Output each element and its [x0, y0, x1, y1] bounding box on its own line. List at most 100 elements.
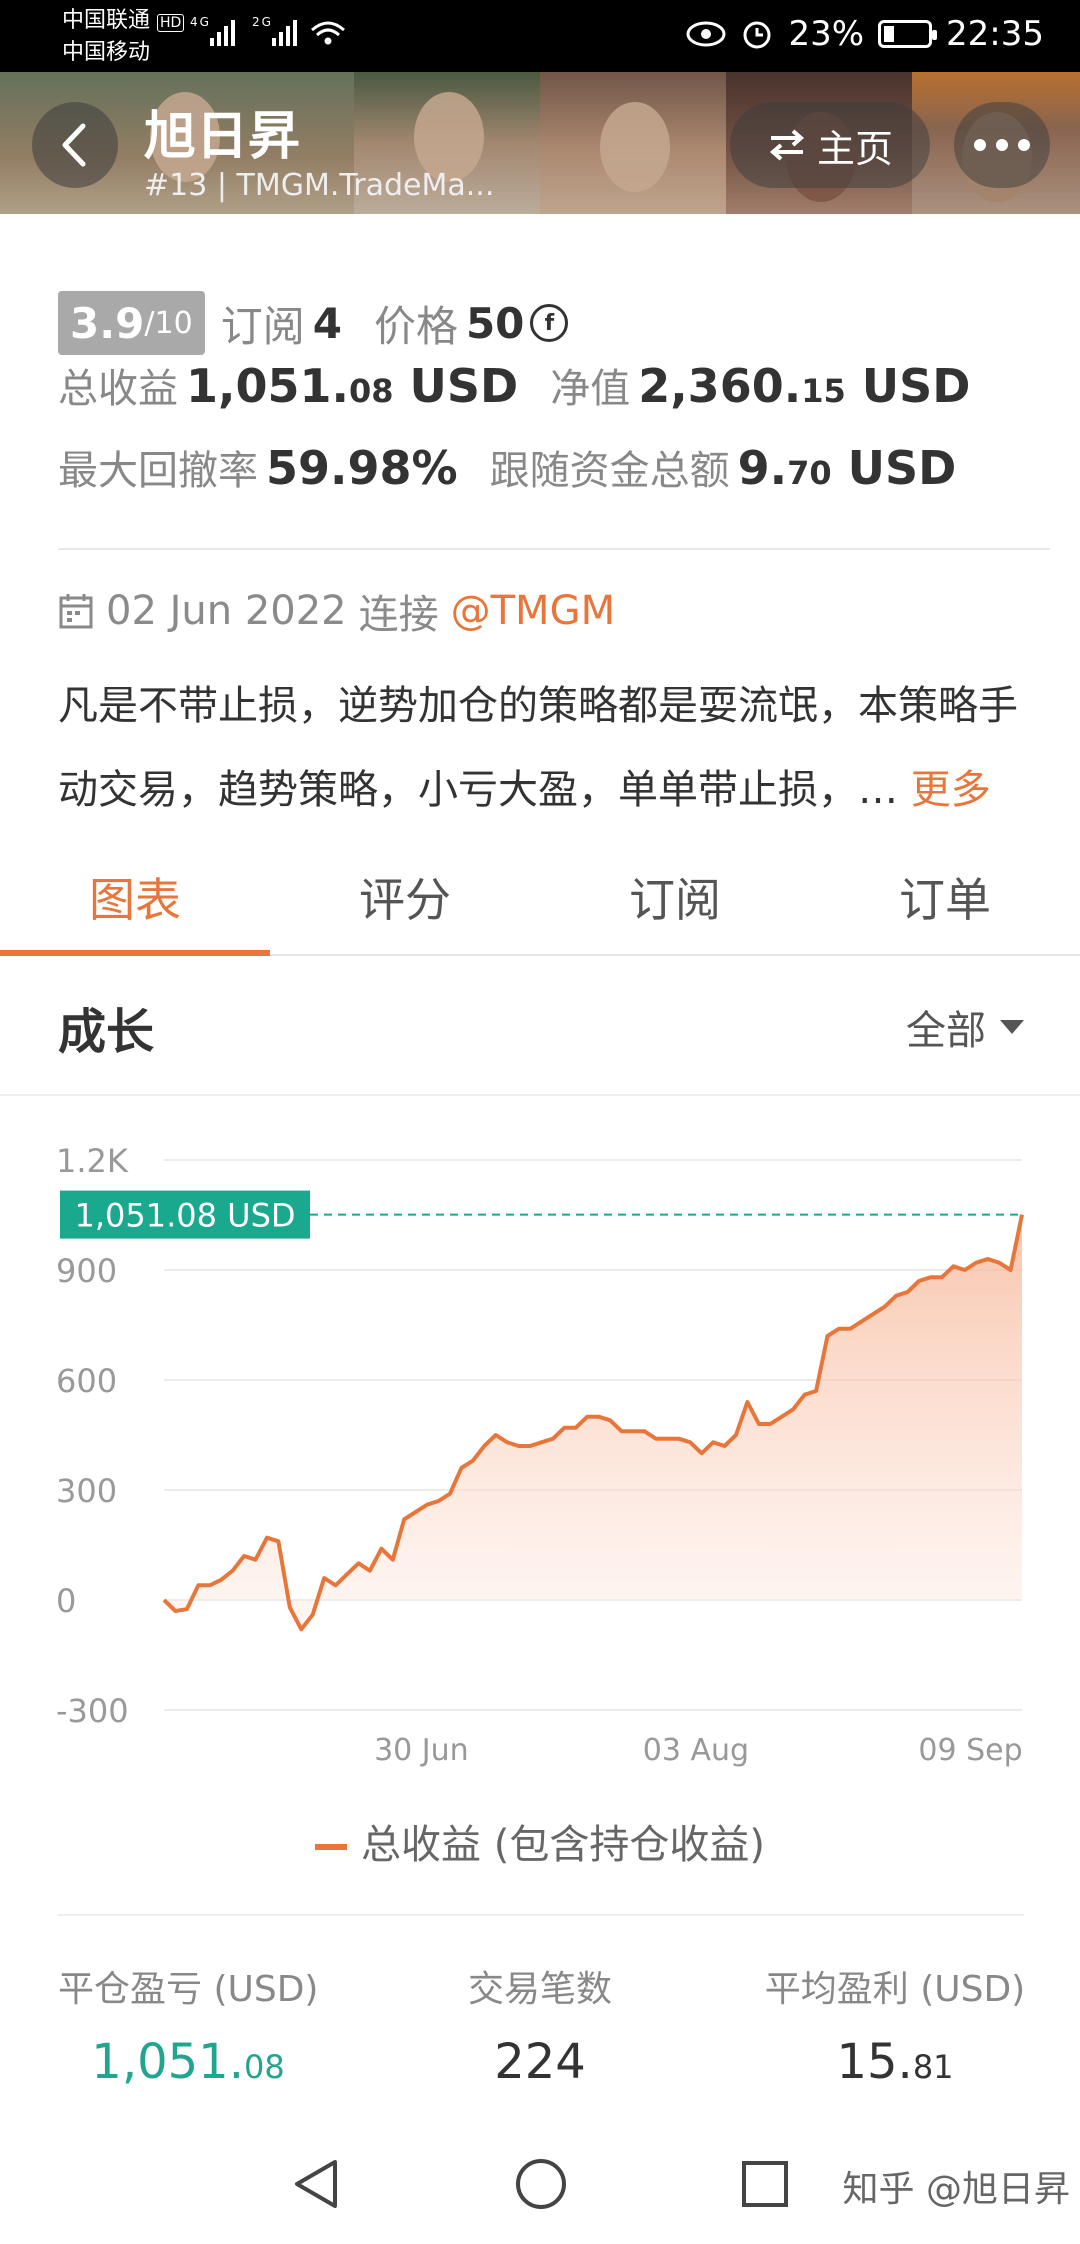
rating-value: 3.9 [70, 298, 145, 348]
rating-badge: 3.9/10 [58, 291, 205, 355]
strategy-description: 凡是不带止损，逆势加仓的策略都是耍流氓，本策略手 动交易，趋势策略，小亏大盈，单… [58, 664, 1048, 832]
profit-row: 总收益 1,051.08 USD 净值 2,360.15 USD [58, 356, 1048, 438]
back-button[interactable] [32, 102, 118, 188]
x-tick-label: 09 Sep [918, 1733, 1022, 1768]
tab-orders[interactable]: 订单 [810, 852, 1080, 954]
net-value-label: 净值 [550, 366, 631, 412]
closed-pl-dec: 08 [243, 2048, 285, 2086]
follow-funds-dec: 70 [787, 454, 832, 492]
hd-badge: HD [157, 14, 185, 32]
svg-text:4G: 4G [190, 15, 211, 29]
follow-funds-label: 跟随资金总额 [489, 448, 730, 494]
avg-profit-label: 平均盈利 (USD) [764, 1969, 1026, 2010]
chart-legend: 总收益 (包含持仓收益) [0, 1812, 1080, 1870]
chevron-left-icon [62, 123, 86, 167]
alarm-icon [743, 21, 771, 49]
connect-label: 连接 [358, 592, 439, 638]
total-profit-int: 1,051. [186, 359, 349, 413]
strategy-summary: 3.9/10 订阅 4 价格 50 f 总收益 1,051.08 USD 净值 … [58, 290, 1048, 520]
max-drawdown-label: 最大回撤率 [58, 448, 258, 494]
y-tick-label: 300 [56, 1472, 117, 1510]
nav-back-icon[interactable] [289, 2156, 343, 2212]
svg-text:2G: 2G [252, 15, 273, 29]
battery-icon [878, 20, 938, 48]
range-value: 全部 [906, 1008, 986, 1054]
more-link[interactable]: 更多 [911, 767, 991, 813]
growth-section-header: 成长 全部 [0, 958, 1080, 1096]
net-value-value: 2,360.15 USD [638, 359, 970, 413]
home-button[interactable]: 主页 [730, 102, 930, 188]
series-area [164, 1214, 1022, 1630]
status-right: 23% 22:35 [686, 14, 1044, 54]
avg-profit-value: 15.81 [760, 2034, 1030, 2090]
follow-funds-unit: USD [847, 441, 957, 495]
y-tick-label: -300 [56, 1692, 129, 1730]
trades-stat: 交易笔数 224 [420, 1960, 660, 2090]
total-profit-label: 总收益 [58, 366, 178, 412]
carrier-info: 中国联通 HD 中国移动 [62, 6, 185, 68]
y-tick-label: 600 [56, 1362, 117, 1400]
calendar-icon [59, 594, 93, 629]
avg-profit-dec: 81 [912, 2048, 954, 2086]
bottom-stats: 平仓盈亏 (USD) 1,051.08 交易笔数 224 平均盈利 (USD) … [0, 1960, 1080, 2090]
follow-funds-int: 9. [737, 441, 788, 495]
divider [58, 548, 1050, 550]
tab-subscribe[interactable]: 订阅 [540, 852, 810, 954]
follow-funds-value: 9.70 USD [738, 441, 957, 495]
subscribe-count: 4 [312, 298, 342, 348]
more-button[interactable] [954, 102, 1050, 188]
tab-rating[interactable]: 评分 [270, 852, 540, 954]
rating-row: 3.9/10 订阅 4 价格 50 f [58, 290, 1048, 356]
swap-icon [769, 129, 805, 161]
last-value-label: 1,051.08 USD [74, 1197, 295, 1235]
total-profit-dec: 08 [348, 372, 394, 410]
broker-link[interactable]: @TMGM [451, 588, 615, 634]
closed-pl-stat: 平仓盈亏 (USD) 1,051.08 [58, 1960, 318, 2090]
growth-chart: 1.2K 900 600 300 0 -300 30 Jun 03 Aug 09 Sep 1,05… [56, 1142, 1024, 1768]
nav-home-icon[interactable] [513, 2156, 569, 2212]
price-label: 价格 [373, 301, 458, 351]
y-tick-label: 0 [56, 1582, 76, 1620]
battery-percent: 23% [788, 14, 865, 54]
closed-pl-int: 1,051. [91, 2034, 244, 2090]
nav-recents-icon[interactable] [739, 2158, 791, 2210]
description-line1: 凡是不带止损，逆势加仓的策略都是耍流氓，本策略手 [58, 683, 1018, 729]
page-subtitle: #13 | TMGM.TradeMa... [144, 168, 495, 203]
max-drawdown-value: 59.98% [266, 441, 458, 495]
total-profit-unit: USD [409, 359, 519, 413]
description-line2: 动交易，趋势策略，小亏大盈，单单带止损，… [58, 767, 898, 813]
x-tick-label: 30 Jun [374, 1733, 469, 1768]
closed-pl-label: 平仓盈亏 (USD) [58, 1969, 319, 2010]
net-value-dec: 15 [801, 372, 846, 410]
avg-profit-int: 15. [836, 2034, 913, 2090]
tab-bar: 图表 评分 订阅 订单 [0, 852, 1080, 956]
eye-icon [686, 21, 726, 47]
net-value-unit: USD [861, 359, 971, 413]
carrier1: 中国联通 [62, 8, 151, 33]
profile-header: 旭日昇 #13 | TMGM.TradeMa... 主页 [0, 72, 1080, 214]
y-tick-label: 1.2K [56, 1142, 129, 1180]
net-value-int: 2,360. [638, 359, 802, 413]
rating-max: /10 [144, 305, 193, 341]
more-dots-icon [974, 139, 1030, 151]
caret-down-icon [1000, 1020, 1024, 1034]
section-title: 成长 [58, 1004, 155, 1060]
legend-swatch [315, 1844, 348, 1850]
connection-row: 02 Jun 2022 连接 @TMGM [58, 582, 615, 640]
y-tick-label: 900 [56, 1252, 117, 1290]
range-dropdown[interactable]: 全部 [906, 998, 1024, 1056]
home-label: 主页 [816, 126, 893, 171]
connect-date: 02 Jun 2022 [106, 588, 347, 634]
closed-pl-value: 1,051.08 [58, 2034, 318, 2090]
carrier2: 中国移动 [62, 40, 151, 65]
coin-icon: f [530, 304, 569, 342]
clock: 22:35 [946, 14, 1044, 54]
price-value: 50 [465, 298, 525, 348]
watermark: 知乎 @旭日昇 [842, 2169, 1070, 2210]
tab-chart[interactable]: 图表 [0, 852, 270, 956]
legend-label: 总收益 (包含持仓收益) [361, 1822, 765, 1868]
trades-label: 交易笔数 [467, 1969, 612, 2010]
total-profit-value: 1,051.08 USD [186, 359, 518, 413]
x-tick-label: 03 Aug [643, 1733, 749, 1768]
signal-icon: 4G 2G [190, 12, 360, 57]
